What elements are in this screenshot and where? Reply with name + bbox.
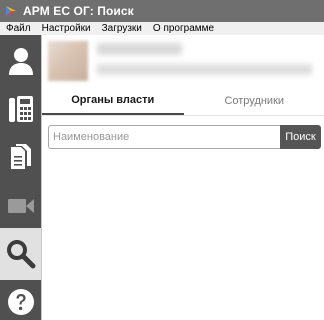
menu-settings[interactable]: Настройки (42, 22, 91, 35)
user-panel (42, 35, 324, 87)
user-icon (8, 48, 33, 75)
search-button[interactable]: Поиск (280, 125, 321, 149)
sidebar-item-contacts[interactable] (0, 35, 41, 87)
sidebar (0, 35, 41, 320)
main-panel: Органы власти Сотрудники Поиск (41, 35, 324, 320)
tab-authorities[interactable]: Органы власти (42, 87, 184, 115)
user-name-redacted (97, 43, 182, 55)
sidebar-item-phone[interactable] (0, 83, 41, 135)
app-logo-icon (5, 5, 17, 17)
menu-about[interactable]: О программе (153, 22, 214, 35)
menu-file[interactable]: Файл (6, 22, 31, 35)
phone-icon (8, 96, 33, 122)
video-camera-icon (7, 199, 34, 213)
window-title: АРМ ЕС ОГ: Поиск (23, 4, 134, 18)
sidebar-item-help[interactable] (0, 276, 41, 320)
tab-employees[interactable]: Сотрудники (184, 87, 324, 115)
help-icon (7, 289, 34, 315)
sidebar-item-documents[interactable] (0, 132, 41, 184)
documents-icon (10, 144, 31, 169)
sidebar-item-video[interactable] (0, 180, 41, 232)
title-bar: АРМ ЕС ОГ: Поиск (0, 0, 324, 22)
search-icon (6, 240, 35, 269)
sidebar-item-search[interactable] (0, 228, 41, 280)
tab-bar: Органы власти Сотрудники (42, 87, 324, 116)
menu-downloads[interactable]: Загрузки (102, 22, 142, 35)
avatar (48, 41, 88, 81)
user-organization-redacted (97, 64, 312, 75)
menu-bar: Файл Настройки Загрузки О программе (0, 22, 324, 35)
search-input[interactable] (48, 125, 280, 149)
search-row: Поиск (48, 125, 321, 149)
